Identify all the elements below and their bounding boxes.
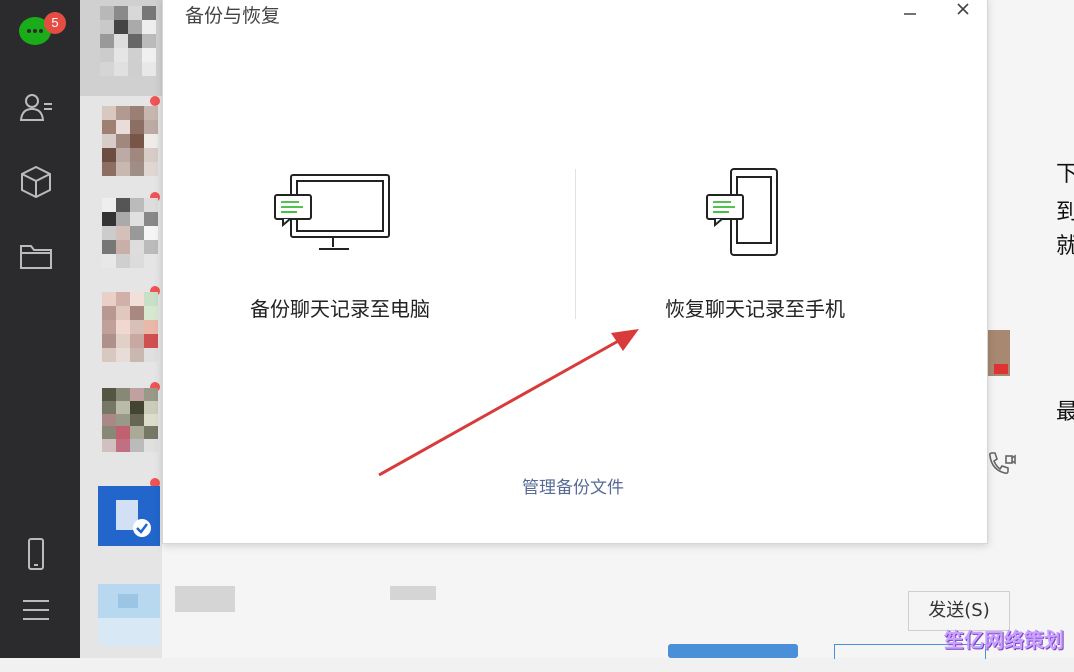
divider: [575, 169, 576, 319]
avatar: [986, 330, 1010, 376]
list-item[interactable]: [80, 96, 162, 192]
avatar: [98, 584, 160, 646]
contacts-icon[interactable]: [18, 90, 54, 126]
message-fragment: 下: [1056, 162, 1074, 187]
dialog-title: 备份与恢复: [185, 5, 281, 27]
video-call-icon[interactable]: [986, 450, 1016, 478]
folder-icon[interactable]: [18, 238, 54, 274]
avatar: [102, 198, 158, 268]
avatar: [102, 106, 158, 176]
avatar: [102, 292, 158, 362]
annotation-arrow-icon: [373, 321, 653, 485]
minimize-icon[interactable]: [903, 3, 917, 15]
list-item[interactable]: [80, 478, 162, 574]
message-fragment: 最: [1056, 400, 1074, 425]
menu-icon[interactable]: [18, 592, 54, 628]
avatar: [100, 6, 156, 76]
unread-dot: [150, 96, 160, 106]
list-item[interactable]: [80, 382, 162, 478]
cube-icon[interactable]: [18, 164, 54, 200]
backup-restore-dialog: 备份与恢复 备份聊天记录至电脑 恢复聊天记录至手机 管理备份文件: [162, 0, 988, 544]
restore-to-phone-option[interactable]: 恢复聊天记录至手机: [605, 167, 905, 329]
blurred-text: [390, 586, 436, 600]
left-sidebar: 5: [0, 0, 80, 658]
avatar: [98, 486, 160, 546]
blurred-text: [175, 586, 235, 612]
message-fragment: 就: [1056, 234, 1074, 259]
backup-label: 备份聊天记录至电脑: [250, 297, 430, 321]
backup-to-pc-option[interactable]: 备份聊天记录至电脑: [190, 169, 490, 329]
phone-icon: [705, 167, 785, 263]
avatar: [102, 388, 158, 452]
restore-label: 恢复聊天记录至手机: [665, 297, 845, 321]
list-item[interactable]: [80, 192, 162, 288]
unread-badge: 5: [44, 12, 66, 34]
computer-icon: [273, 173, 393, 257]
chat-list: [80, 0, 162, 658]
close-icon[interactable]: [953, 1, 973, 21]
list-item[interactable]: [80, 0, 162, 96]
message-fragment: 到: [1056, 200, 1074, 225]
status-bar: [668, 644, 798, 658]
manage-backup-files-link[interactable]: 管理备份文件: [463, 473, 683, 498]
watermark: 笙亿网络策划: [944, 628, 1064, 652]
list-item[interactable]: [80, 286, 162, 382]
phone-icon[interactable]: [18, 536, 54, 572]
